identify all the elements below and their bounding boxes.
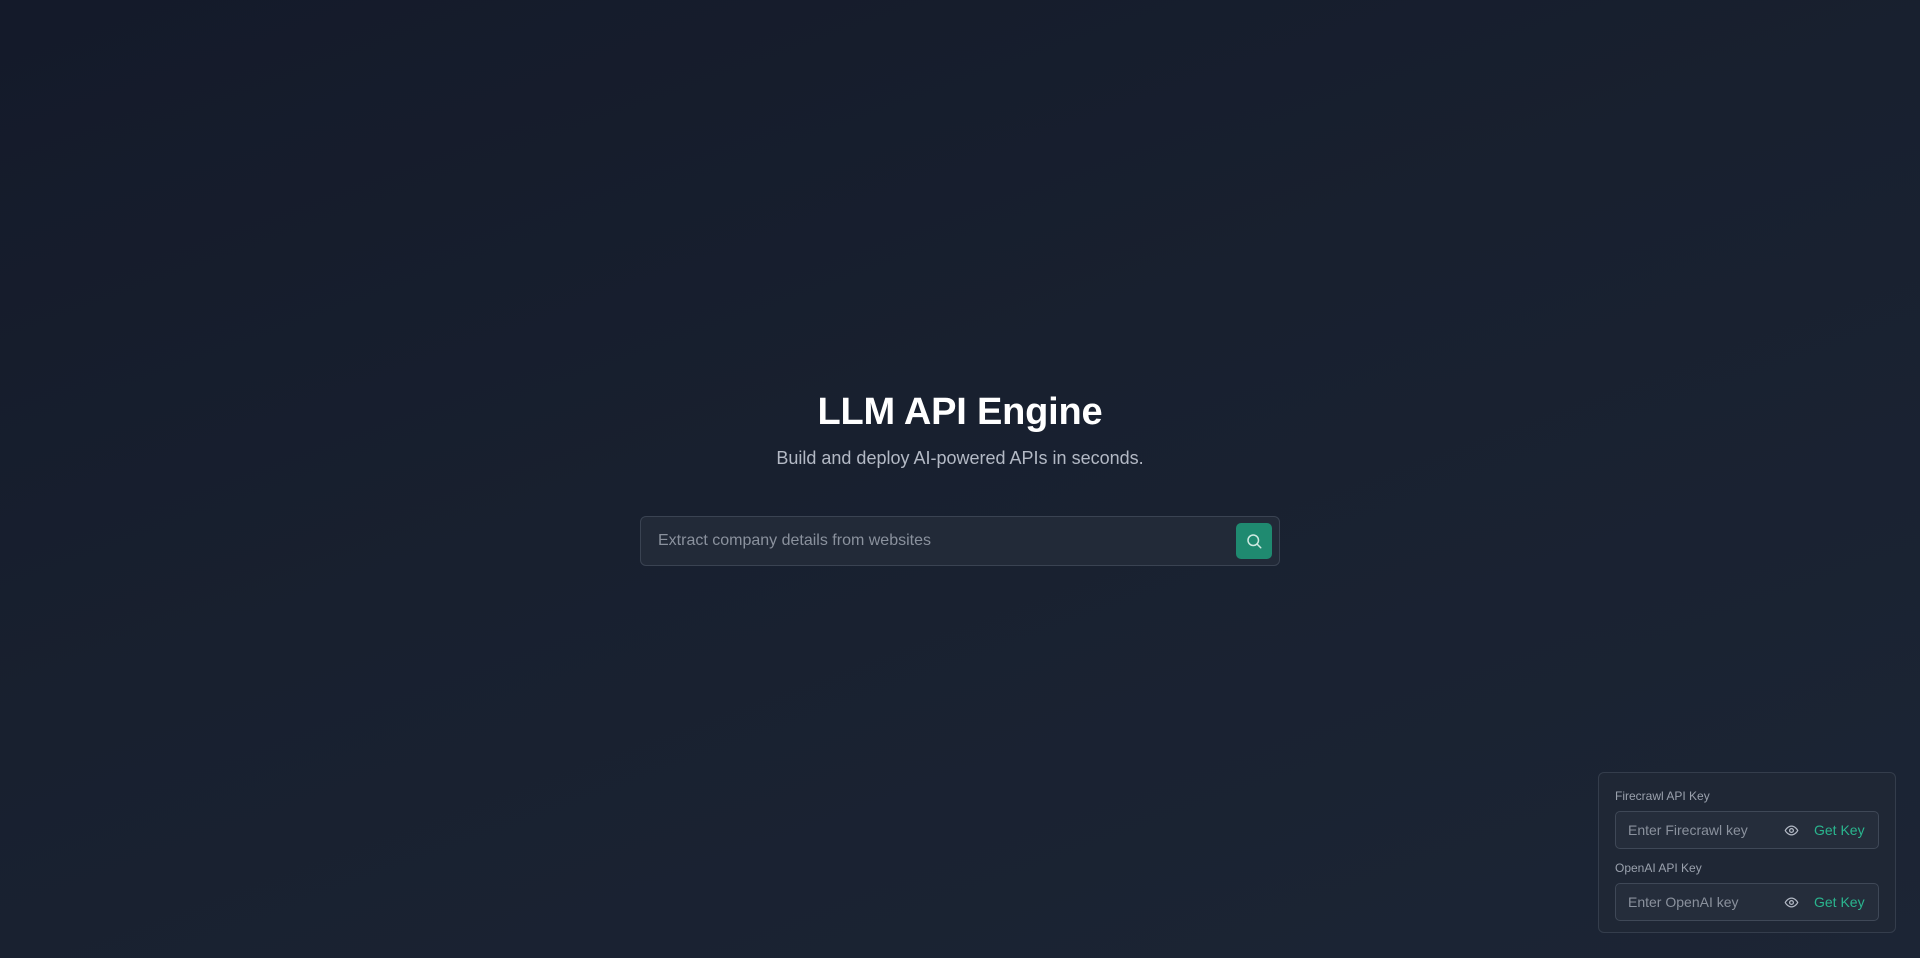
openai-visibility-toggle[interactable] <box>1780 891 1802 913</box>
firecrawl-get-key-link[interactable]: Get Key <box>1814 822 1865 838</box>
openai-key-group: OpenAI API Key Get Key <box>1615 861 1879 921</box>
openai-key-label: OpenAI API Key <box>1615 861 1702 875</box>
search-box <box>640 516 1280 566</box>
eye-icon <box>1784 825 1798 835</box>
openai-key-row: Get Key <box>1615 883 1879 921</box>
search-icon <box>1247 534 1262 549</box>
firecrawl-key-label: Firecrawl API Key <box>1615 789 1710 803</box>
openai-get-key-link[interactable]: Get Key <box>1814 894 1865 910</box>
hero: LLM API Engine Build and deploy AI-power… <box>0 388 1920 470</box>
firecrawl-visibility-toggle[interactable] <box>1780 819 1802 841</box>
page-title: LLM API Engine <box>817 391 1103 433</box>
openai-key-input[interactable] <box>1616 884 1776 920</box>
firecrawl-key-row: Get Key <box>1615 811 1879 849</box>
eye-icon <box>1784 897 1798 907</box>
firecrawl-key-group: Firecrawl API Key Get Key <box>1615 789 1879 849</box>
search-button[interactable] <box>1236 523 1272 559</box>
api-keys-panel: Firecrawl API Key Get Key OpenAI API Key <box>1598 772 1896 933</box>
page-subtitle: Build and deploy AI-powered APIs in seco… <box>776 448 1144 468</box>
firecrawl-key-input[interactable] <box>1616 812 1776 848</box>
search-input[interactable] <box>641 517 1236 565</box>
